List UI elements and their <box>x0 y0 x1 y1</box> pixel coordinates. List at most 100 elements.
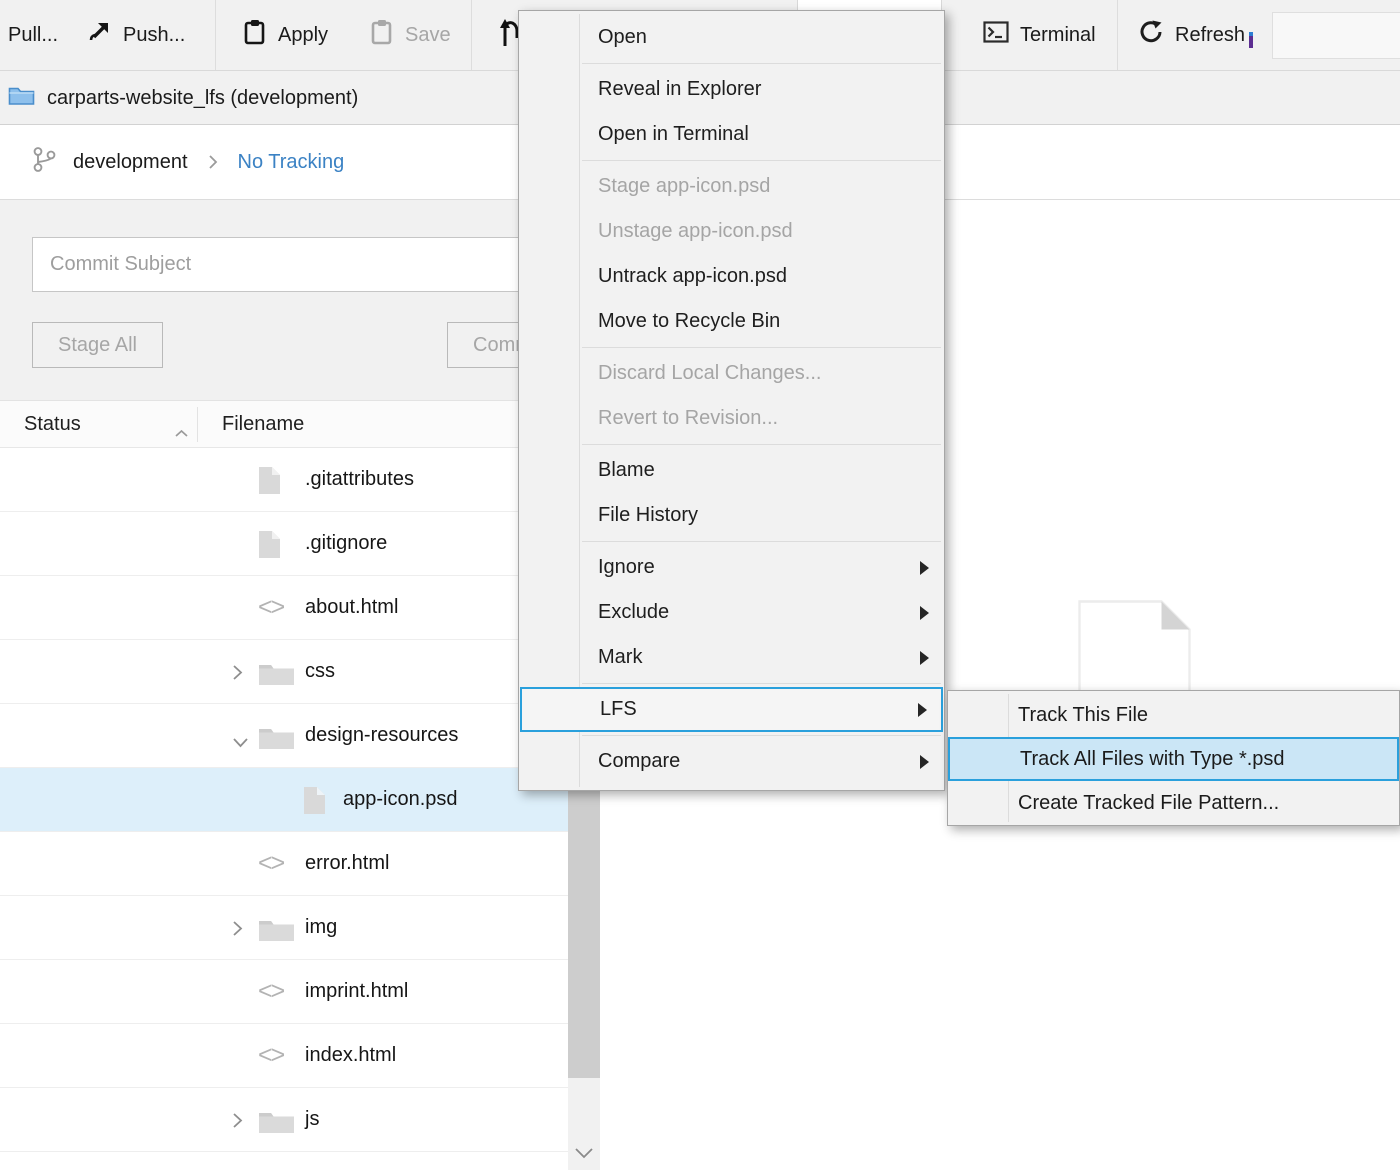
submenu-item-create-tracked-file-pattern[interactable]: Create Tracked File Pattern... <box>948 781 1399 825</box>
stage-all-button-label: Stage All <box>58 334 137 357</box>
table-row[interactable]: img <box>0 896 568 960</box>
menu-item-label: Open <box>598 26 647 48</box>
chevron-right-icon[interactable] <box>232 1112 243 1135</box>
context-menu-item-mark[interactable]: Mark <box>520 635 943 680</box>
context-menu-item-unstage: Unstage app-icon.psd <box>520 209 943 254</box>
stash-apply-button[interactable]: Apply <box>243 0 328 70</box>
stash-save-button[interactable]: Save <box>370 0 451 70</box>
table-row[interactable]: <> about.html <box>0 576 568 640</box>
file-icon <box>258 466 281 501</box>
context-menu-item-exclude[interactable]: Exclude <box>520 590 943 635</box>
terminal-button-label: Terminal <box>1020 24 1096 47</box>
context-menu-item-reveal-in-explorer[interactable]: Reveal in Explorer <box>520 67 943 112</box>
context-menu-item-lfs[interactable]: LFS <box>520 687 943 732</box>
table-row[interactable]: <> index.html <box>0 1024 568 1088</box>
html-file-icon: <> <box>258 1024 283 1086</box>
context-menu-item-file-history[interactable]: File History <box>520 493 943 538</box>
table-row[interactable]: js <box>0 1088 568 1152</box>
context-menu-item-stage: Stage app-icon.psd <box>520 164 943 209</box>
table-row[interactable]: <> error.html <box>0 832 568 896</box>
table-row[interactable]: <> imprint.html <box>0 960 568 1024</box>
context-menu-item-open[interactable]: Open <box>520 15 943 60</box>
file-name: index.html <box>305 1024 396 1087</box>
menu-item-label: Reveal in Explorer <box>598 78 761 100</box>
terminal-button[interactable]: Terminal <box>983 0 1096 70</box>
toolbar-field-fragment <box>797 0 942 10</box>
context-menu-item-untrack[interactable]: Untrack app-icon.psd <box>520 254 943 299</box>
folder-icon <box>258 724 295 756</box>
submenu-item-track-this-file[interactable]: Track This File <box>948 693 1399 737</box>
folder-name: js <box>305 1088 319 1151</box>
commit-panel: Stage All Commit <box>0 200 600 400</box>
menu-separator <box>582 444 941 445</box>
menu-separator <box>582 541 941 542</box>
status-column-header[interactable]: Status <box>24 401 81 447</box>
html-file-icon: <> <box>258 960 283 1022</box>
table-row-selected[interactable]: app-icon.psd <box>0 768 568 832</box>
scrollbar-down-arrow[interactable] <box>574 1146 594 1164</box>
menu-item-label: Unstage app-icon.psd <box>598 220 793 242</box>
current-branch-label[interactable]: development <box>73 151 188 174</box>
menu-item-label: LFS <box>600 698 637 720</box>
tracking-status-label[interactable]: No Tracking <box>238 151 345 174</box>
git-branch-icon <box>32 146 57 179</box>
menu-item-label: Discard Local Changes... <box>598 362 821 384</box>
folder-icon <box>258 1108 295 1140</box>
menu-separator <box>582 160 941 161</box>
menu-separator <box>582 63 941 64</box>
sort-ascending-icon <box>174 421 189 444</box>
apply-button-label: Apply <box>278 24 328 47</box>
table-row[interactable]: .gitattributes <box>0 448 568 512</box>
push-button[interactable]: Push... <box>88 0 185 70</box>
push-arrow-icon <box>88 20 112 50</box>
pull-button-label: Pull... <box>8 24 58 47</box>
table-row[interactable]: .gitignore <box>0 512 568 576</box>
clipboard-apply-icon <box>243 19 267 51</box>
filename-column-header[interactable]: Filename <box>222 401 304 447</box>
save-button-label: Save <box>405 24 451 47</box>
repository-tab[interactable]: carparts-website_lfs (development) <box>0 71 358 125</box>
stage-all-button[interactable]: Stage All <box>32 322 163 368</box>
menu-separator <box>582 683 941 684</box>
menu-separator <box>582 347 941 348</box>
clipped-icon-fragment <box>499 15 518 55</box>
menu-item-label: Stage app-icon.psd <box>598 175 770 197</box>
file-list: .gitattributes .gitignore <> about.html … <box>0 448 600 1170</box>
clipped-toolbar-button[interactable] <box>499 0 518 70</box>
file-icon <box>303 786 326 821</box>
html-file-icon: <> <box>258 576 283 638</box>
chevron-right-icon <box>208 154 218 170</box>
context-menu-item-move-to-recycle-bin[interactable]: Move to Recycle Bin <box>520 299 943 344</box>
context-menu-item-ignore[interactable]: Ignore <box>520 545 943 590</box>
menu-item-label: Blame <box>598 459 655 481</box>
file-name: .gitattributes <box>305 448 414 511</box>
context-menu-item-discard-local-changes: Discard Local Changes... <box>520 351 943 396</box>
table-row[interactable]: design-resources <box>0 704 568 768</box>
folder-name: css <box>305 640 335 703</box>
refresh-button[interactable]: Refresh <box>1138 0 1245 70</box>
commit-subject-input[interactable] <box>32 237 568 292</box>
chevron-down-icon[interactable] <box>232 731 249 754</box>
quick-search-box[interactable] <box>1272 12 1400 59</box>
menu-item-label: File History <box>598 504 698 526</box>
toolbar-divider <box>471 0 472 70</box>
chevron-right-icon[interactable] <box>232 920 243 943</box>
file-name: imprint.html <box>305 960 408 1023</box>
toolbar-divider <box>1117 0 1118 70</box>
folder-icon <box>258 660 295 692</box>
menu-item-label: Compare <box>598 750 680 772</box>
terminal-icon <box>983 20 1009 50</box>
folder-icon <box>258 916 295 948</box>
context-menu-item-blame[interactable]: Blame <box>520 448 943 493</box>
context-menu-item-compare[interactable]: Compare <box>520 739 943 784</box>
push-button-label: Push... <box>123 24 185 47</box>
file-name: app-icon.psd <box>343 768 458 831</box>
pull-button[interactable]: Pull... <box>8 0 58 70</box>
table-row[interactable]: css <box>0 640 568 704</box>
chevron-right-icon[interactable] <box>232 664 243 687</box>
menu-item-label: Revert to Revision... <box>598 407 778 429</box>
submenu-item-track-all-files-with-type[interactable]: Track All Files with Type *.psd <box>948 737 1399 781</box>
context-menu-item-open-in-terminal[interactable]: Open in Terminal <box>520 112 943 157</box>
menu-item-label: Mark <box>598 646 642 668</box>
column-divider <box>197 407 198 442</box>
